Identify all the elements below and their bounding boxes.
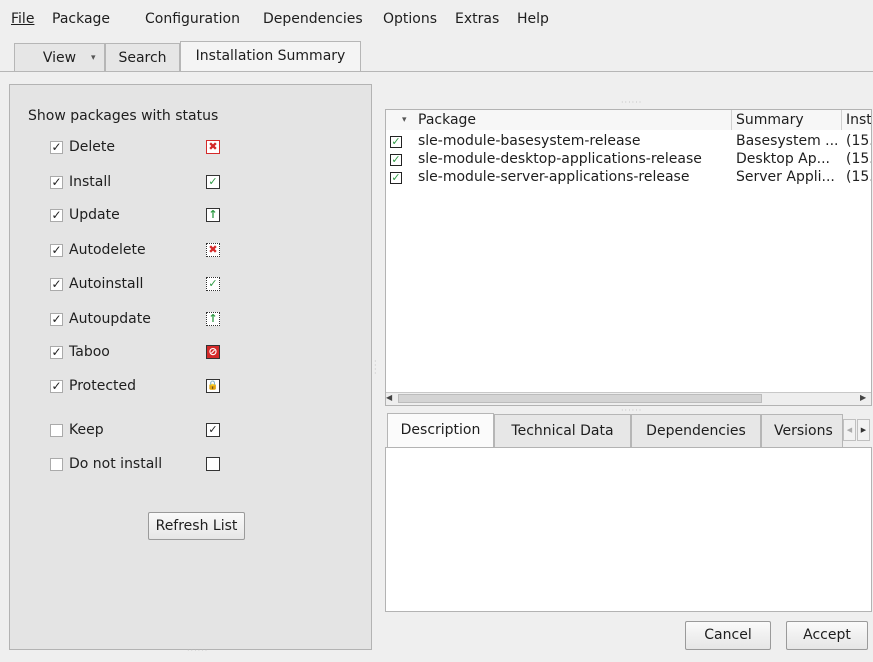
- scroll-left-icon[interactable]: ◀: [386, 393, 392, 402]
- checkbox-install[interactable]: ✓: [50, 176, 63, 189]
- checkbox-update[interactable]: ✓: [50, 209, 63, 222]
- menu-extras[interactable]: Extras: [455, 11, 499, 27]
- delete-icon: ✖: [206, 140, 220, 154]
- package-inst[interactable]: (15.: [846, 133, 871, 149]
- column-header-summary[interactable]: Summary: [732, 110, 842, 130]
- tab-search[interactable]: Search: [105, 43, 180, 71]
- tab-technical-data[interactable]: Technical Data: [494, 414, 631, 447]
- menu-options[interactable]: Options: [383, 11, 437, 27]
- tab-versions[interactable]: Versions: [761, 414, 843, 447]
- checkbox-protected-label: Protected: [69, 378, 136, 394]
- tab-installation-summary[interactable]: Installation Summary: [180, 41, 361, 72]
- checkbox-autodelete-label: Autodelete: [69, 242, 146, 258]
- checkbox-autoupdate[interactable]: ✓: [50, 313, 63, 326]
- install-icon: ✓: [206, 175, 220, 189]
- checkbox-update-label: Update: [69, 207, 120, 223]
- vertical-splitter-handle[interactable]: · · · ·: [374, 358, 378, 378]
- protected-icon: 🔒: [206, 379, 220, 393]
- package-name[interactable]: sle-module-basesystem-release: [418, 133, 640, 149]
- status-filter-panel: [9, 84, 372, 650]
- column-header-inst[interactable]: Inst: [842, 110, 871, 130]
- chevron-down-icon: ▾: [91, 53, 96, 63]
- keep-icon: ✓: [206, 423, 220, 437]
- scroll-right-icon[interactable]: ▶: [860, 393, 866, 402]
- update-icon: ↑: [206, 208, 220, 222]
- checkbox-protected[interactable]: ✓: [50, 380, 63, 393]
- package-status-icon[interactable]: ✓: [390, 172, 402, 184]
- menu-bar: File Package Configuration Dependencies …: [0, 0, 873, 38]
- checkbox-install-label: Install: [69, 174, 112, 190]
- menu-help[interactable]: Help: [517, 11, 549, 27]
- menu-dependencies[interactable]: Dependencies: [263, 11, 363, 27]
- cancel-button[interactable]: Cancel: [685, 621, 771, 650]
- menu-configuration[interactable]: Configuration: [145, 11, 240, 27]
- package-inst[interactable]: (15.: [846, 169, 871, 185]
- checkbox-autodelete[interactable]: ✓: [50, 244, 63, 257]
- checkbox-do-not-install[interactable]: [50, 458, 63, 471]
- tab-divider: [0, 71, 873, 72]
- menu-package[interactable]: Package: [52, 11, 110, 27]
- checkbox-autoinstall-label: Autoinstall: [69, 276, 144, 292]
- checkbox-keep-label: Keep: [69, 422, 104, 438]
- scrollbar-thumb[interactable]: [398, 394, 762, 403]
- column-header-package[interactable]: ▾ Package: [386, 110, 732, 130]
- menu-file-label: File: [11, 11, 35, 27]
- column-header-package-label: Package: [418, 112, 477, 128]
- checkbox-delete[interactable]: ✓: [50, 141, 63, 154]
- accept-button[interactable]: Accept: [786, 621, 868, 650]
- tab-view-label: View: [42, 50, 77, 66]
- package-status-icon[interactable]: ✓: [390, 136, 402, 148]
- package-name[interactable]: sle-module-desktop-applications-release: [418, 151, 702, 167]
- package-summary[interactable]: Desktop Ap...: [736, 151, 842, 167]
- checkbox-autoinstall[interactable]: ✓: [50, 278, 63, 291]
- menu-file[interactable]: File: [11, 11, 34, 27]
- panel-resize-handle[interactable]: ······: [187, 646, 208, 655]
- description-area: [385, 447, 872, 612]
- checkbox-autoupdate-label: Autoupdate: [69, 311, 151, 327]
- autodelete-icon: ✖: [206, 243, 220, 257]
- package-status-icon[interactable]: ✓: [390, 154, 402, 166]
- sort-arrow-icon: ▾: [402, 115, 407, 125]
- tab-dependencies[interactable]: Dependencies: [631, 414, 761, 447]
- tab-view[interactable]: View ▾: [14, 43, 105, 71]
- checkbox-do-not-install-label: Do not install: [69, 456, 163, 472]
- status-panel-title: Show packages with status: [28, 108, 219, 124]
- autoupdate-icon: ↑: [206, 312, 220, 326]
- checkbox-taboo[interactable]: ✓: [50, 346, 63, 359]
- do-not-install-icon: [206, 457, 220, 471]
- checkbox-taboo-label: Taboo: [69, 344, 110, 360]
- package-summary[interactable]: Basesystem ...: [736, 133, 842, 149]
- top-splitter-handle[interactable]: ······: [621, 98, 642, 107]
- taboo-icon: ⊘: [206, 345, 220, 359]
- refresh-list-button[interactable]: Refresh List: [148, 512, 245, 540]
- package-summary[interactable]: Server Appli...: [736, 169, 842, 185]
- autoinstall-icon: ✓: [206, 277, 220, 291]
- tab-scroll-right-icon[interactable]: ▶: [857, 419, 870, 441]
- tab-description[interactable]: Description: [387, 413, 494, 447]
- package-inst[interactable]: (15.: [846, 151, 871, 167]
- tab-scroll-left-icon[interactable]: ◀: [843, 419, 856, 441]
- checkbox-delete-label: Delete: [69, 139, 115, 155]
- package-name[interactable]: sle-module-server-applications-release: [418, 169, 689, 185]
- checkbox-keep[interactable]: [50, 424, 63, 437]
